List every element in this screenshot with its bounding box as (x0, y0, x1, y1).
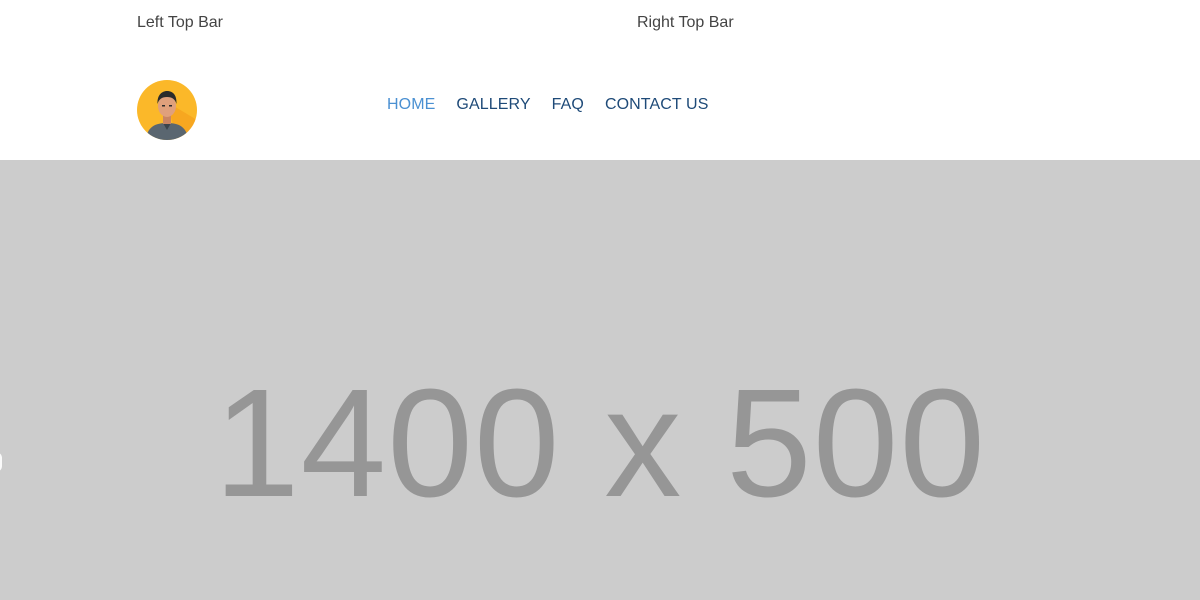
nav-item-faq[interactable]: FAQ (552, 96, 584, 114)
main-nav: HOME GALLERY FAQ CONTACT US (387, 96, 729, 114)
avatar-man-icon (137, 80, 197, 140)
hero-placeholder-text: 1400 x 500 (213, 357, 987, 529)
hero-placeholder-image: 1400 x 500 (0, 160, 1200, 600)
top-bar: Left Top Bar Right Top Bar (0, 0, 1200, 48)
site-logo[interactable] (137, 80, 197, 140)
top-bar-left-text: Left Top Bar (137, 14, 223, 31)
top-bar-right-text: Right Top Bar (637, 14, 734, 31)
page: Left Top Bar Right Top Bar HOME GALLERY … (0, 0, 1200, 600)
nav-item-home[interactable]: HOME (387, 96, 435, 114)
nav-item-gallery[interactable]: GALLERY (456, 96, 530, 114)
site-header: HOME GALLERY FAQ CONTACT US (0, 48, 1200, 160)
nav-item-contact-us[interactable]: CONTACT US (605, 96, 709, 114)
